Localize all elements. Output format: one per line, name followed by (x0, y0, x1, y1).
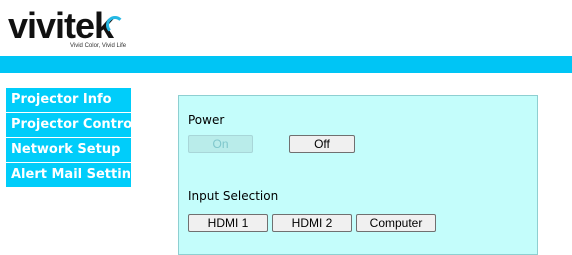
nav-item-projector-control[interactable]: Projector Control (6, 113, 137, 137)
input-selection-label: Input Selection (188, 189, 279, 203)
input-computer-button[interactable]: Computer (356, 214, 436, 232)
power-on-button[interactable]: On (188, 135, 253, 153)
input-hdmi1-button[interactable]: HDMI 1 (188, 214, 268, 232)
logo-wordmark: vivitek (8, 5, 114, 46)
nav-item-alert-mail-settings[interactable]: Alert Mail Settings (6, 163, 148, 187)
header-banner (0, 56, 572, 73)
sidebar-nav: Projector Info Projector Control Network… (6, 88, 148, 188)
power-label: Power (188, 113, 225, 127)
power-off-button[interactable]: Off (289, 135, 355, 153)
logo-tagline: Vivid Color, Vivid Life (70, 43, 127, 49)
input-hdmi2-button[interactable]: HDMI 2 (272, 214, 352, 232)
nav-item-network-setup[interactable]: Network Setup (6, 138, 131, 162)
projector-control-panel: Power On Off Input Selection HDMI 1 HDMI… (178, 95, 538, 255)
nav-item-projector-info[interactable]: Projector Info (6, 88, 131, 112)
vivitek-logo: vivitek Vivid Color, Vivid Life (8, 6, 148, 50)
logo-swirl-icon (106, 16, 124, 34)
